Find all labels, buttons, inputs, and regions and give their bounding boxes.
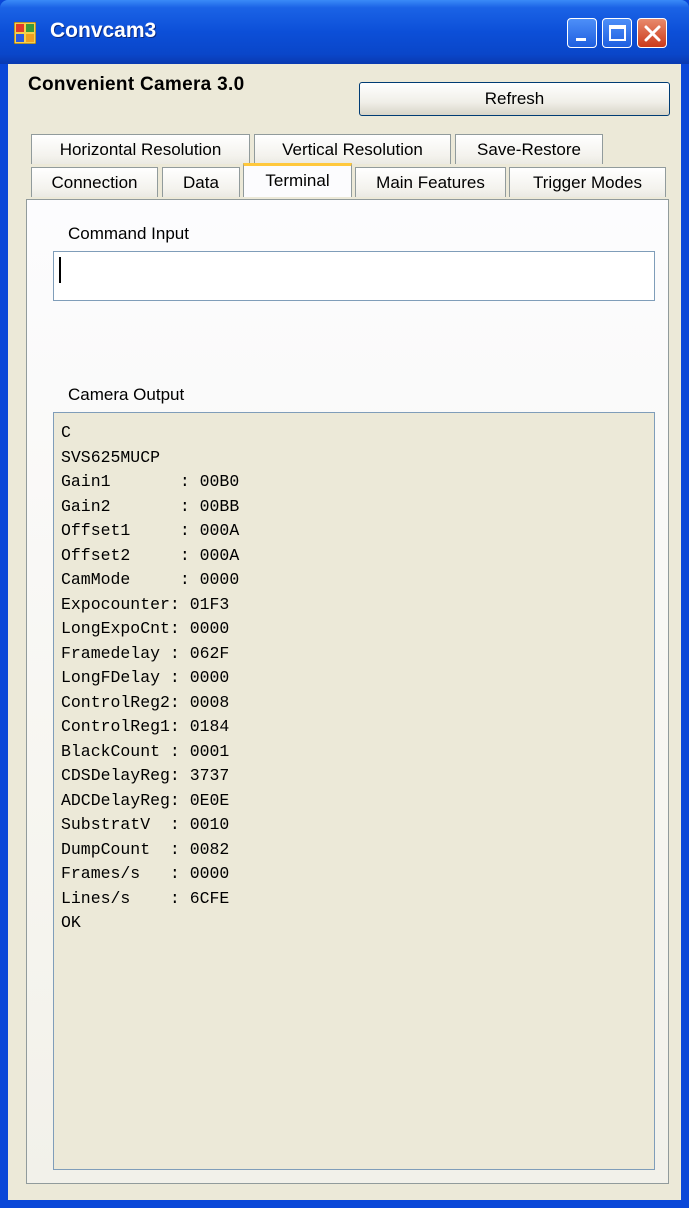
close-icon xyxy=(644,25,661,42)
output-line: BlackCount : 0001 xyxy=(61,741,230,761)
output-line: Framedelay : 062F xyxy=(61,643,230,663)
output-line: DumpCount : 0082 xyxy=(61,839,230,859)
title-bar[interactable]: Convcam3 xyxy=(0,0,689,64)
output-line: SubstratV : 0010 xyxy=(61,815,230,834)
output-line: Offset2 : 000A xyxy=(61,545,240,565)
output-line: ADCDelayReg: 0E0E xyxy=(61,790,230,810)
camera-output-box[interactable]: C SVS625MUCP Gain1 : 00B0 Gain2 : 00BB O… xyxy=(53,412,655,1170)
output-line: CamMode : 0000 xyxy=(61,570,240,589)
refresh-button[interactable]: Refresh xyxy=(359,82,670,116)
output-line: Gain1 : 00B0 xyxy=(61,472,240,491)
maximize-icon xyxy=(609,25,626,41)
app-window: Convcam3 Convenient Camera 3.0 Refresh H… xyxy=(0,0,689,1208)
minimize-icon xyxy=(576,38,586,41)
output-line: Expocounter: 01F3 xyxy=(61,594,230,614)
output-line: Frames/s : 0000 xyxy=(61,864,230,883)
tab-connection[interactable]: Connection xyxy=(31,167,158,197)
output-line: Lines/s : 6CFE xyxy=(61,888,230,908)
maximize-button[interactable] xyxy=(602,18,632,48)
window-title: Convcam3 xyxy=(50,19,157,42)
output-line: SVS625MUCP xyxy=(61,447,161,467)
output-line: Offset1 : 000A xyxy=(61,521,240,540)
output-line: ControlReg1: 0184 xyxy=(61,717,230,736)
text-caret xyxy=(59,257,61,283)
tab-main-features[interactable]: Main Features xyxy=(355,167,506,197)
tab-horizontal-resolution[interactable]: Horizontal Resolution xyxy=(31,134,250,164)
output-line: LongFDelay : 0000 xyxy=(61,668,230,687)
tab-trigger-modes[interactable]: Trigger Modes xyxy=(509,167,666,197)
close-button[interactable] xyxy=(637,18,667,48)
output-line: Gain2 : 00BB xyxy=(61,496,240,516)
camera-output-label: Camera Output xyxy=(68,385,185,404)
output-line: LongExpoCnt: 0000 xyxy=(61,619,230,638)
command-input[interactable] xyxy=(53,251,655,301)
output-line: OK xyxy=(61,913,81,932)
app-icon xyxy=(13,21,37,45)
output-line: ControlReg2: 0008 xyxy=(61,692,230,712)
app-heading: Convenient Camera 3.0 xyxy=(28,74,245,95)
command-input-label: Command Input xyxy=(68,224,189,243)
tab-data[interactable]: Data xyxy=(162,167,240,197)
tab-terminal[interactable]: Terminal xyxy=(243,163,352,197)
tab-vertical-resolution[interactable]: Vertical Resolution xyxy=(254,134,451,164)
output-line: C xyxy=(61,423,71,442)
minimize-button[interactable] xyxy=(567,18,597,48)
output-line: CDSDelayReg: 3737 xyxy=(61,766,230,785)
tab-save-restore[interactable]: Save-Restore xyxy=(455,134,603,164)
